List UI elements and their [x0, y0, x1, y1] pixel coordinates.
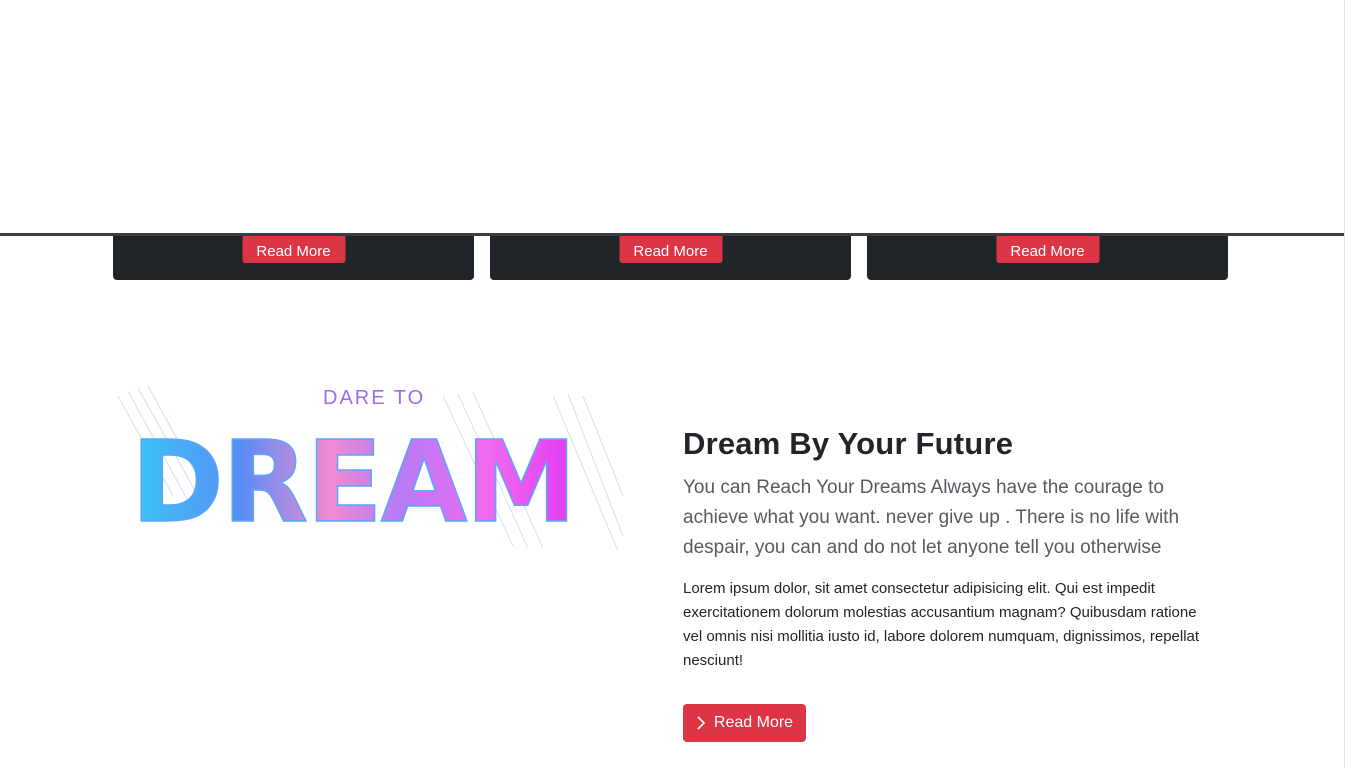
feature-read-more-button[interactable]: Read More: [683, 704, 806, 742]
feature-body: Lorem ipsum dolor, sit amet consectetur …: [683, 580, 1200, 669]
feature-button-label: Read More: [713, 714, 794, 731]
feature-title: Dream By Your Future: [683, 426, 1014, 461]
image-small-text: DARE TO: [323, 387, 425, 409]
image-big-text: DREAM: [131, 418, 575, 548]
dare-to-dream-image: DARE TO DREAM: [117, 385, 623, 552]
scrollbar[interactable]: [1344, 0, 1360, 768]
chevron-right-icon: [697, 716, 706, 730]
header-overlay: [0, 0, 1344, 236]
feature-lead: You can Reach Your Dreams Always have th…: [683, 477, 1180, 558]
